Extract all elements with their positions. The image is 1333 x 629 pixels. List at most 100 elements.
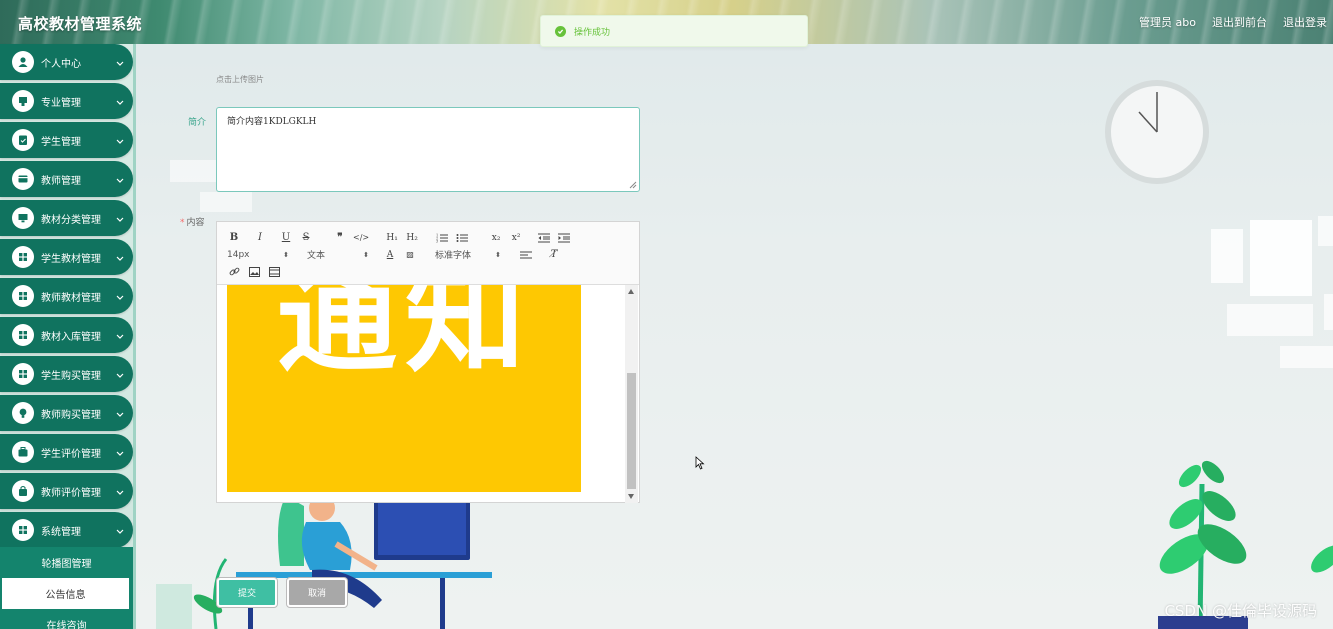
cancel-button[interactable]: 取消 [287,578,347,607]
submenu-item-carousel[interactable]: 轮播图管理 [0,547,133,578]
clipboard-icon [12,129,34,151]
strikethrough-icon[interactable]: S [299,231,313,245]
sidebar-item-13[interactable]: 系统管理 [0,512,133,548]
sidebar-item-label: 学生评价管理 [41,448,101,460]
grid-icon [12,519,34,541]
subscript-icon[interactable]: x₂ [489,231,503,245]
sidebar-item-label: 教材入库管理 [41,331,101,343]
chevron-down-icon [113,484,127,498]
link-icon[interactable] [227,265,241,279]
heading-2-icon[interactable]: H₂ [405,231,419,245]
tag-icon [12,90,34,112]
editor-content-area[interactable]: 通知 [217,285,639,503]
notice-image-text: 通知 [277,285,533,389]
svg-text:3: 3 [436,239,438,243]
chevron-down-icon [113,367,127,381]
success-toast: 操作成功 [540,15,808,47]
card-icon [12,168,34,190]
header-links: 管理员 abo 退出到前台 退出登录 [1139,14,1327,30]
sidebar-item-11[interactable]: 学生评价管理 [0,434,133,470]
scroll-up-icon[interactable] [628,289,634,294]
notice-image: 通知 [227,285,581,492]
superscript-icon[interactable]: x² [509,231,523,245]
sidebar-item-6[interactable]: 学生教材管理 [0,239,133,275]
rich-text-editor: B I U S ❞ </> H₁ H₂ 123 x₂ x² 14px ⬍ 文本 … [216,221,640,503]
upload-image-hint[interactable]: 点击上传图片 [216,74,264,85]
admin-user-link[interactable]: 管理员 abo [1139,14,1196,30]
text-type-select[interactable]: 文本 ⬍ [307,248,369,262]
go-frontend-link[interactable]: 退出到前台 [1212,14,1267,30]
submit-button[interactable]: 提交 [217,578,277,607]
submenu-item-announcement[interactable]: 公告信息 [2,578,129,609]
required-mark: * [180,218,185,228]
sidebar-item-5[interactable]: 教材分类管理 [0,200,133,236]
logout-link[interactable]: 退出登录 [1283,14,1327,30]
sidebar-item-2[interactable]: 专业管理 [0,83,133,119]
blockquote-icon[interactable]: ❞ [333,231,347,245]
sidebar-item-10[interactable]: 教师购买管理 [0,395,133,431]
grid-icon [12,324,34,346]
clear-format-icon[interactable]: T̸ [547,248,561,262]
indent-icon[interactable] [557,231,571,245]
font-size-select[interactable]: 14px ⬍ [227,250,289,260]
grid-icon [12,285,34,307]
outdent-icon[interactable] [537,231,551,245]
italic-icon[interactable]: I [253,231,267,245]
main-content: 点击上传图片 简介 简介内容1KDLGKLH * 内容 B I U S ❞ </>… [136,44,1333,629]
chevron-down-icon [113,172,127,186]
sidebar-item-8[interactable]: 教材入库管理 [0,317,133,353]
watermark: CSDN @佳倫毕设源码 [1164,602,1317,620]
underline-icon[interactable]: U [279,231,293,245]
resize-grip-icon[interactable] [629,181,637,189]
code-block-icon[interactable]: </> [353,231,369,245]
sidebar-item-label: 教师评价管理 [41,487,101,499]
chevron-down-icon [113,445,127,459]
grid-icon [12,363,34,385]
bold-icon[interactable]: B [227,231,241,245]
chevron-down-icon [113,250,127,264]
sidebar-item-12[interactable]: 教师评价管理 [0,473,133,509]
chevron-down-icon [113,211,127,225]
chevron-down-icon [113,94,127,108]
sidebar-item-1[interactable]: 个人中心 [0,44,133,80]
sidebar-item-4[interactable]: 教师管理 [0,161,133,197]
sidebar-item-label: 学生购买管理 [41,370,101,382]
intro-textarea[interactable]: 简介内容1KDLGKLH [216,107,640,192]
bullet-list-icon[interactable] [455,231,469,245]
sidebar-item-label: 教师购买管理 [41,409,101,421]
grid-icon [12,246,34,268]
editor-scrollbar[interactable] [625,285,638,503]
chevron-down-icon [113,523,127,537]
intro-value: 简介内容1KDLGKLH [227,117,317,127]
mouse-cursor-icon [695,456,705,470]
sidebar-item-3[interactable]: 学生管理 [0,122,133,158]
sidebar: 个人中心专业管理学生管理教师管理教材分类管理学生教材管理教师教材管理 教材入库管理… [0,44,136,629]
submenu-item-consult[interactable]: 在线咨询 [0,609,133,629]
scroll-thumb[interactable] [627,373,636,489]
content-label: * 内容 [180,218,205,228]
sidebar-item-label: 教材分类管理 [41,214,101,226]
sidebar-item-label: 专业管理 [41,97,81,109]
font-family-select[interactable]: 标准字体 ⬍ [435,248,501,262]
sidebar-item-7[interactable]: 教师教材管理 [0,278,133,314]
sidebar-item-9[interactable]: 学生购买管理 [0,356,133,392]
scroll-down-icon[interactable] [628,494,634,499]
ordered-list-icon[interactable]: 123 [435,231,449,245]
chevron-down-icon [113,55,127,69]
sidebar-item-label: 教师教材管理 [41,292,101,304]
user-icon [12,51,34,73]
heading-1-icon[interactable]: H₁ [385,231,399,245]
video-icon[interactable] [267,265,281,279]
chevron-down-icon [113,328,127,342]
image-icon[interactable] [247,265,261,279]
system-submenu: 轮播图管理 公告信息 在线咨询 [0,547,133,629]
chevron-down-icon [113,289,127,303]
font-color-icon[interactable]: A [383,248,397,262]
sidebar-item-label: 学生管理 [41,136,81,148]
intro-label: 简介 [188,118,207,128]
bulb-icon [12,402,34,424]
toast-message: 操作成功 [574,27,611,38]
align-icon[interactable] [519,248,533,262]
monitor-icon [12,207,34,229]
background-color-icon[interactable]: ▨ [403,248,417,262]
